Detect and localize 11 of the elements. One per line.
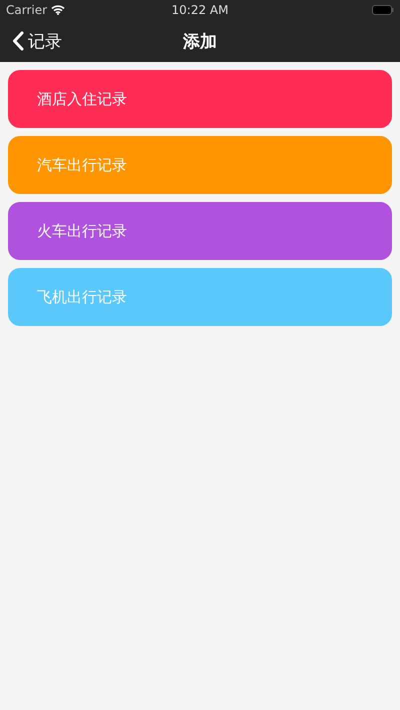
back-button[interactable]: 记录: [0, 30, 62, 52]
nav-title: 添加: [183, 30, 217, 52]
record-type-button[interactable]: 汽车出行记录: [8, 136, 392, 194]
record-type-button[interactable]: 酒店入住记录: [8, 70, 392, 128]
record-type-button[interactable]: 飞机出行记录: [8, 268, 392, 326]
status-time: 10:22 AM: [172, 3, 228, 17]
wifi-icon: [51, 5, 66, 15]
battery-icon: [372, 5, 394, 15]
carrier-name: Carrier: [6, 3, 48, 17]
chevron-left-icon: [12, 31, 24, 51]
record-type-button[interactable]: 火车出行记录: [8, 202, 392, 260]
